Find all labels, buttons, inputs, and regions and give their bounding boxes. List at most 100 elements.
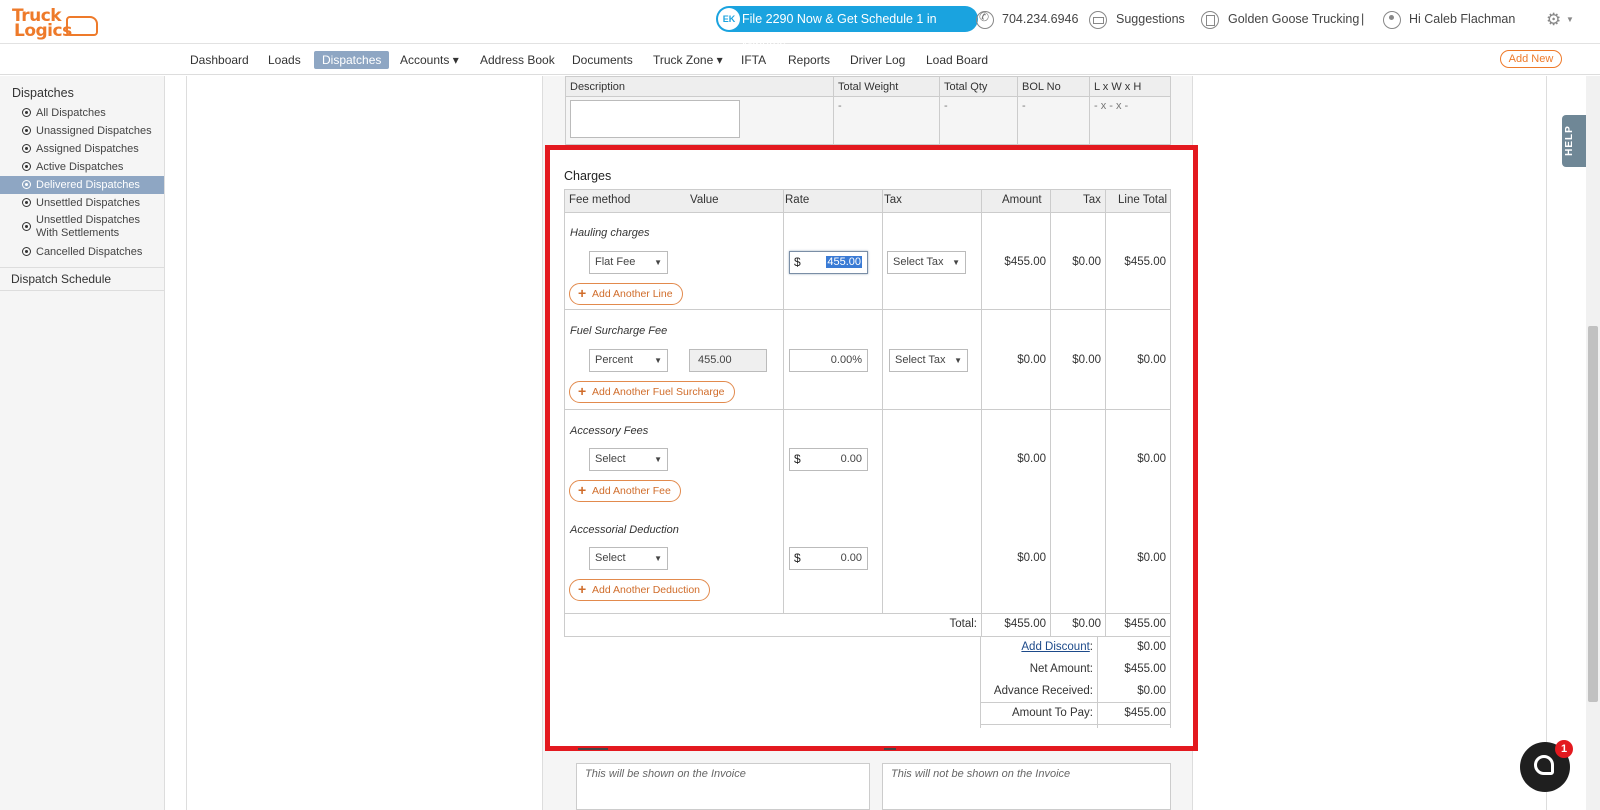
user-greeting[interactable]: Hi Caleb Flachman	[1409, 12, 1515, 26]
help-tab[interactable]: HELP	[1562, 115, 1586, 167]
sidebar-item-assigned[interactable]: Assigned Dispatches	[0, 140, 164, 158]
fuel-tax-select[interactable]: Select Tax ▼	[889, 349, 968, 372]
deduction-rate-input[interactable]: $0.00	[789, 547, 868, 570]
add-another-deduction-label: Add Another Deduction	[592, 584, 700, 596]
sidebar-item-cancelled[interactable]: Cancelled Dispatches	[0, 243, 164, 261]
col-divider	[1105, 190, 1106, 637]
row-divider	[565, 613, 1170, 614]
bol-no-value: -	[1017, 96, 1090, 145]
hauling-tax-select[interactable]: Select Tax ▼	[887, 251, 966, 274]
nav-loads[interactable]: Loads	[260, 51, 309, 69]
gear-icon[interactable]: ⚙	[1546, 10, 1561, 30]
company-name[interactable]: Golden Goose Trucking	[1228, 12, 1359, 26]
dimensions-value: - x - x -	[1089, 96, 1171, 145]
summary-table: Add Discount: $0.00 Net Amount: $455.00 Ad…	[980, 636, 1171, 725]
internal-notes-textarea[interactable]: This will not be shown on the Invoice	[882, 763, 1171, 810]
add-discount-link[interactable]: Add Discount	[1021, 641, 1089, 653]
description-table: Description Total Weight Total Qty BOL N…	[565, 76, 1171, 145]
help-label: HELP	[1563, 125, 1575, 156]
deduction-rate-value: 0.00	[840, 552, 862, 564]
nav-dashboard[interactable]: Dashboard	[182, 51, 257, 69]
total-label: Total:	[949, 618, 978, 630]
add-another-fuel-surcharge-label: Add Another Fuel Surcharge	[592, 386, 725, 398]
hauling-rate-input[interactable]: $455.00	[789, 251, 868, 274]
accessory-fees-label: Accessory Fees	[570, 425, 649, 437]
add-another-line-label: Add Another Line	[592, 288, 673, 300]
currency-symbol: $	[794, 452, 801, 466]
add-another-fee-button[interactable]: + Add Another Fee	[569, 480, 681, 502]
col-divider	[783, 190, 784, 613]
scrollbar-thumb[interactable]	[1588, 326, 1598, 702]
fuel-line-total: $0.00	[1137, 354, 1166, 366]
fuel-value: 455.00	[698, 354, 732, 366]
chevron-down-icon: ▼	[952, 258, 960, 267]
nav-dispatches[interactable]: Dispatches	[314, 51, 390, 69]
add-new-button[interactable]: Add New	[1500, 50, 1562, 68]
nav-accounts[interactable]: Accounts ▾	[392, 51, 467, 69]
fuel-value-input[interactable]: 455.00	[689, 349, 767, 372]
invoice-notes-placeholder: This will be shown on the Invoice	[585, 768, 746, 780]
sidebar-item-dispatch-schedule[interactable]: Dispatch Schedule	[0, 267, 164, 291]
fuel-fee-method-select[interactable]: Percent ▼	[589, 349, 668, 372]
sidebar-item-unsettled[interactable]: Unsettled Dispatches	[0, 194, 164, 212]
fuel-rate-input[interactable]: 0.00%	[789, 349, 868, 372]
deduction-select[interactable]: Select ▼	[589, 547, 668, 570]
page-frame-left	[186, 76, 187, 810]
hauling-rate-value: 455.00	[826, 256, 862, 268]
hauling-charges-label: Hauling charges	[570, 227, 650, 239]
nav-reports[interactable]: Reports	[780, 51, 838, 69]
promo-banner-button[interactable]: EK File 2290 Now & Get Schedule 1 in Min…	[716, 6, 978, 52]
sidebar-item-delivered[interactable]: Delivered Dispatches	[0, 176, 164, 194]
nav-truck-zone[interactable]: Truck Zone ▾	[645, 51, 731, 69]
deduction-line-total: $0.00	[1137, 552, 1166, 564]
invoice-notes-textarea[interactable]: This will be shown on the Invoice	[576, 763, 870, 810]
hauling-fee-method-select[interactable]: Flat Fee ▼	[589, 251, 668, 274]
add-another-line-button[interactable]: + Add Another Line	[569, 283, 683, 305]
header-tax: Tax	[884, 194, 902, 206]
col-dimensions: L x W x H	[1089, 76, 1171, 97]
fuel-fee-method-value: Percent	[595, 354, 633, 366]
charges-header-row: Fee method Value Rate Tax Amount Tax Lin…	[565, 190, 1170, 213]
description-cell	[565, 96, 834, 145]
add-another-fuel-surcharge-button[interactable]: + Add Another Fuel Surcharge	[569, 381, 735, 403]
add-discount-cell: Add Discount:	[980, 636, 1098, 658]
sidebar-heading[interactable]: Dispatches	[12, 86, 74, 100]
nav-documents[interactable]: Documents	[564, 51, 641, 69]
fuel-rate-value: 0.00	[830, 354, 853, 366]
hauling-tax-amount: $0.00	[1072, 256, 1101, 268]
plus-icon: +	[578, 482, 587, 498]
chevron-down-icon[interactable]: ▼	[1566, 15, 1574, 24]
sidebar-item-active[interactable]: Active Dispatches	[0, 158, 164, 176]
add-another-fee-label: Add Another Fee	[592, 485, 671, 497]
chevron-down-icon: ▼	[654, 356, 662, 365]
accessory-fee-select[interactable]: Select ▼	[589, 448, 668, 471]
nav-address-book[interactable]: Address Book	[472, 51, 563, 69]
total-weight-value: -	[833, 96, 940, 145]
chat-notification-badge: 1	[1555, 740, 1573, 758]
sidebar: Dispatches All Dispatches Unassigned Dis…	[0, 76, 165, 810]
expresstrucktax-icon: EK	[718, 8, 740, 30]
description-textarea[interactable]	[570, 100, 740, 138]
truck-logics-logo[interactable]: Truck Logics	[10, 6, 98, 41]
suggestions-link[interactable]: Suggestions	[1116, 12, 1185, 26]
sidebar-item-unsettled-with-settlements[interactable]: Unsettled Dispatches With Settlements	[0, 212, 164, 242]
total-tax-amount: $0.00	[1072, 618, 1101, 630]
nav-ifta[interactable]: IFTA	[733, 51, 774, 69]
phone-number[interactable]: 704.234.6946	[1002, 12, 1078, 26]
nav-load-board[interactable]: Load Board	[918, 51, 996, 69]
add-another-deduction-button[interactable]: + Add Another Deduction	[569, 579, 710, 601]
sidebar-item-unassigned[interactable]: Unassigned Dispatches	[0, 122, 164, 140]
chevron-down-icon: ▼	[654, 554, 662, 563]
sidebar-item-all-dispatches[interactable]: All Dispatches	[0, 104, 164, 122]
plus-icon: +	[578, 383, 587, 399]
header-tax-amount: Tax	[1083, 194, 1101, 206]
col-description: Description	[565, 76, 834, 97]
fuel-amount: $0.00	[1017, 354, 1046, 366]
nav-driver-log[interactable]: Driver Log	[842, 51, 913, 69]
net-amount-label: Net Amount:	[1029, 663, 1093, 675]
accessory-rate-input[interactable]: $0.00	[789, 448, 868, 471]
col-total-weight: Total Weight	[833, 76, 940, 97]
user-icon	[1383, 11, 1401, 29]
discount-value: $0.00	[1137, 641, 1166, 653]
col-divider	[1050, 190, 1051, 637]
